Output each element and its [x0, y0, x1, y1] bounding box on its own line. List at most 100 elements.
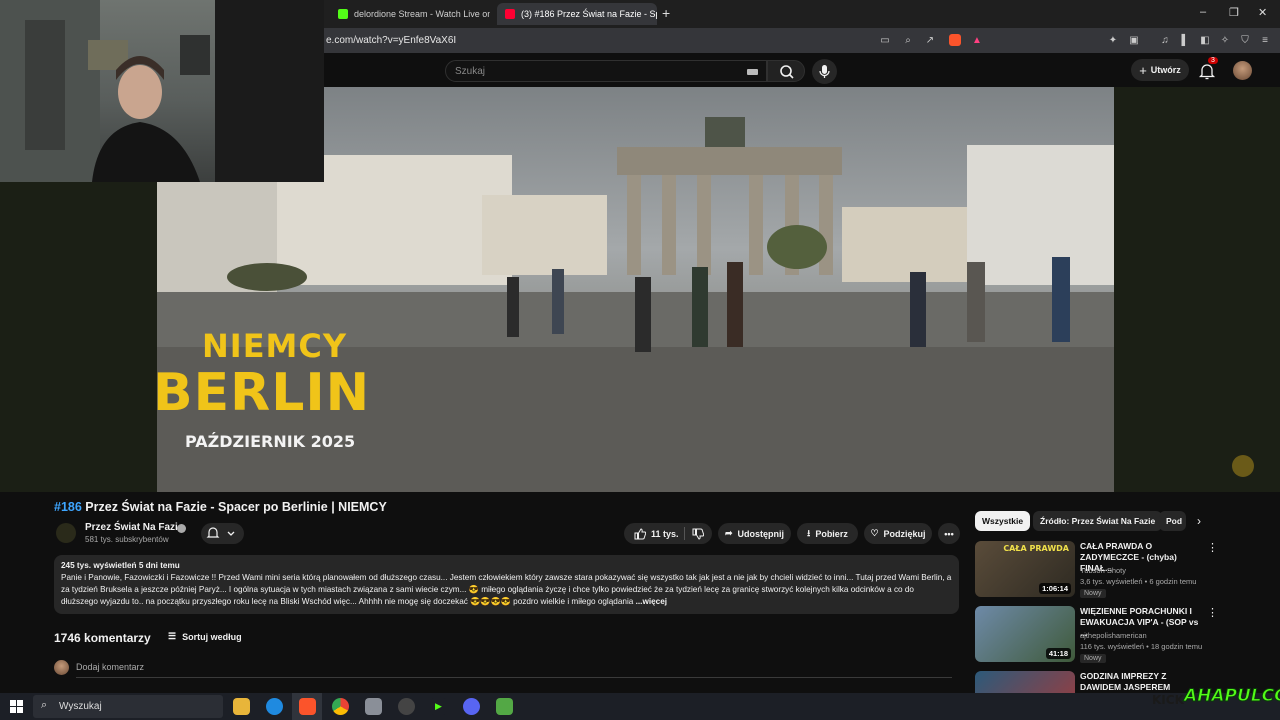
channel-watermark-icon[interactable] — [1232, 455, 1254, 477]
extensions-icon[interactable]: ✦ — [1107, 34, 1119, 46]
search-icon: ⌕ — [41, 699, 48, 711]
brave-rewards-icon[interactable]: ▲ — [971, 34, 983, 46]
more-options-icon[interactable]: ⋮ — [1207, 541, 1218, 554]
video-duration: 1:06:14 — [1039, 583, 1071, 594]
channel-name[interactable]: Przez Świat Na Fazie — [85, 522, 183, 533]
recommendation-channel[interactable]: ajthepolishamerican — [1080, 631, 1147, 640]
leo-ai-icon[interactable]: ✧ — [1219, 34, 1231, 46]
cast-icon[interactable]: ▭ — [879, 34, 891, 46]
video-duration: 41:18 — [1045, 648, 1071, 659]
vpn-icon[interactable]: ⛉ — [1239, 34, 1251, 46]
recommendation-channel[interactable]: Tubson Shoty — [1080, 566, 1126, 575]
app-icon[interactable] — [365, 698, 382, 715]
chip-source-channel[interactable]: Źródło: Przez Świat Na Fazie — [1033, 511, 1163, 531]
thumbs-up-icon — [634, 527, 646, 539]
discord-icon[interactable] — [463, 698, 480, 715]
thumbs-down-icon[interactable] — [692, 528, 704, 540]
microphone-icon — [819, 65, 830, 78]
youtube-favicon-icon — [505, 9, 515, 19]
more-options-icon[interactable]: ⋮ — [1207, 606, 1218, 619]
kick-app-icon[interactable]: ▶ — [430, 698, 447, 715]
sort-comments-button[interactable]: ☰ Sortuj według — [168, 631, 242, 642]
wallet-icon[interactable]: ◧ — [1199, 34, 1211, 46]
create-label: Utwórz — [1150, 65, 1181, 75]
download-icon: ⭳ — [807, 527, 811, 538]
overlay-country: NIEMCY — [202, 327, 348, 365]
brave-shield-icon[interactable] — [949, 34, 961, 46]
subscription-bell-button[interactable] — [201, 523, 244, 544]
chip-related[interactable]: Pod — [1159, 511, 1186, 531]
overlay-date: PAŹDZIERNIK 2025 — [185, 432, 356, 451]
more-options-icon[interactable]: ⋮ — [1207, 671, 1210, 684]
search-input[interactable]: Szukaj — [445, 60, 767, 82]
description-box[interactable]: 245 tys. wyświetleń 5 dni temu Panie i P… — [54, 555, 959, 614]
thanks-button[interactable]: ♡ Podziękuj — [864, 523, 932, 544]
thumbnail-text: CAŁA PRAWDA — [1003, 544, 1069, 553]
obs-icon[interactable] — [398, 698, 415, 715]
zoom-icon[interactable]: ⌕ — [902, 34, 914, 46]
chrome-icon[interactable] — [332, 698, 349, 715]
recommendation-item[interactable]: 41:18 WIĘZIENNE PORACHUNKI I EWAKUACJA V… — [975, 606, 1218, 664]
sort-icon: ☰ — [168, 631, 177, 641]
url-field[interactable]: e.com/watch?v=yEnfe8VaX6I — [326, 35, 456, 46]
windows-taskbar: ⌕ Wyszukaj ▶ — [0, 693, 1280, 720]
recommendation-meta: 3,6 tys. wyświetleń • 6 godzin temu — [1080, 577, 1197, 586]
hashtag-link[interactable]: #186 — [54, 500, 82, 514]
video-thumbnail[interactable]: CAŁA PRAWDA 1:06:14 — [975, 541, 1075, 597]
subscriber-count: 581 tys. subskrybentów — [85, 535, 169, 544]
download-button[interactable]: ⭳ Pobierz — [797, 523, 858, 544]
recommendation-item[interactable]: CAŁA PRAWDA 1:06:14 CAŁA PRAWDA O ZADYME… — [975, 541, 1218, 599]
notifications-bell-icon[interactable] — [1198, 62, 1216, 80]
share-button[interactable]: ➦ Udostępnij — [718, 523, 791, 544]
verified-icon — [177, 524, 186, 533]
search-placeholder: Szukaj — [455, 66, 486, 77]
video-thumbnail[interactable] — [975, 671, 1075, 693]
new-tab-button[interactable]: + — [662, 5, 670, 21]
taskbar-search-label: Wyszukaj — [59, 701, 102, 712]
chip-all[interactable]: Wszystkie — [975, 511, 1031, 531]
file-explorer-icon[interactable] — [233, 698, 250, 715]
overlay-city: BERLIN — [157, 363, 371, 423]
video-title: #186 Przez Świat na Fazie - Spacer po Be… — [54, 500, 387, 514]
brave-icon[interactable] — [299, 698, 316, 715]
screenshot-icon[interactable]: ▣ — [1128, 34, 1140, 46]
tab-label: (3) #186 Przez Świat na Fazie - Sp — [521, 9, 657, 19]
comments-count: 1746 komentarzy — [54, 631, 151, 645]
share-icon[interactable]: ↗ — [924, 34, 936, 46]
close-window-button[interactable]: ✕ — [1258, 6, 1267, 19]
video-thumbnail[interactable]: 41:18 — [975, 606, 1075, 662]
menu-icon[interactable]: ≡ — [1259, 34, 1271, 46]
thanks-label: Podziękuj — [883, 528, 926, 539]
create-button[interactable]: + Utwórz — [1131, 59, 1189, 81]
search-icon — [780, 65, 794, 79]
tab-youtube-video[interactable]: (3) #186 Przez Świat na Fazie - Sp ✕ — [497, 3, 657, 25]
show-more-link[interactable]: ...więcej — [636, 597, 667, 606]
pill-divider — [684, 527, 685, 540]
keyboard-icon[interactable] — [747, 69, 758, 75]
edge-icon[interactable] — [266, 698, 283, 715]
chip-next-chevron-icon[interactable]: › — [1197, 514, 1201, 528]
sidebar-icon[interactable]: ▌ — [1179, 34, 1191, 46]
download-label: Pobierz — [815, 528, 848, 539]
view-stats: 245 tys. wyświetleń 5 dni temu — [61, 561, 180, 570]
like-button[interactable]: 11 tys. — [634, 527, 679, 540]
account-avatar[interactable] — [1233, 61, 1252, 80]
channel-avatar[interactable] — [56, 523, 76, 543]
plus-icon: + — [1139, 62, 1147, 78]
tab-kick-stream[interactable]: delordione Stream - Watch Live on K — [330, 3, 490, 25]
more-actions-button[interactable]: ••• — [938, 523, 960, 544]
windows-start-icon[interactable] — [10, 700, 23, 713]
recommendation-meta: 116 tys. wyświetleń • 18 godzin temu — [1080, 642, 1203, 651]
search-button[interactable] — [767, 60, 805, 82]
taskbar-search[interactable]: ⌕ Wyszukaj — [33, 695, 223, 718]
restore-button[interactable]: ❐ — [1229, 6, 1239, 19]
app-icon[interactable] — [496, 698, 513, 715]
media-icon[interactable]: ♫ — [1159, 34, 1171, 46]
share-label: Udostępnij — [737, 528, 785, 539]
add-comment-input[interactable]: Dodaj komentarz — [76, 662, 144, 672]
voice-search-button[interactable] — [812, 59, 837, 84]
bell-chevron-icon — [206, 527, 235, 538]
new-badge: Nowy — [1080, 589, 1106, 598]
description-text: Panie i Panowie, Fazowiczki i Fazowicze … — [61, 573, 952, 606]
minimize-button[interactable]: – — [1200, 6, 1206, 18]
